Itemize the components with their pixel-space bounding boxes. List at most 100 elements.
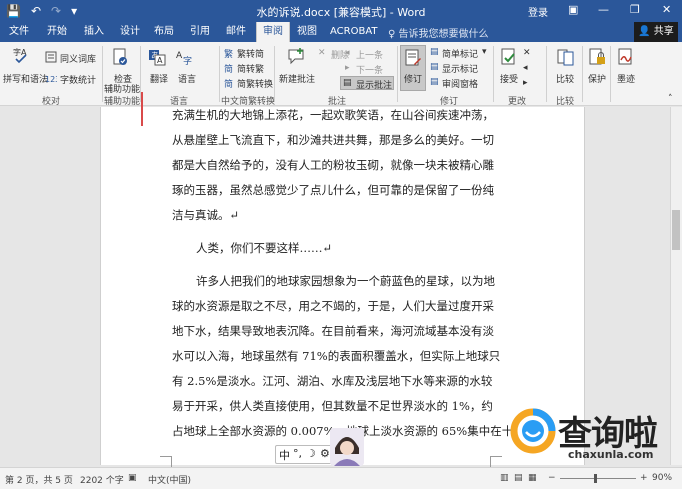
thesaurus-icon — [45, 51, 57, 63]
language-indicator[interactable]: 中文(中国) — [148, 473, 191, 486]
to-simplified-icon: 繁 — [224, 50, 234, 60]
zoom-level[interactable]: 90% — [652, 473, 672, 483]
web-layout-icon[interactable]: ▦ — [528, 473, 537, 483]
watermark-url: chaxunla.com — [568, 448, 654, 461]
group-separator — [546, 46, 547, 102]
tab-view[interactable]: 视图 — [297, 25, 317, 39]
paragraph-line: 易于开采，供人类直接使用，但其数量不足世界淡水的 1%，约 — [172, 399, 493, 413]
next-change-icon[interactable]: ▸ — [523, 78, 528, 88]
maximize-icon[interactable]: ❐ — [630, 3, 640, 16]
reject-change-icon[interactable]: ✕ — [523, 48, 531, 58]
share-button[interactable]: 👤 共享 — [634, 22, 678, 42]
group-label-tracking: 修订 — [440, 97, 459, 107]
tab-mailings[interactable]: 邮件 — [226, 25, 246, 39]
zoom-in-button[interactable]: + — [640, 473, 648, 483]
conversion-icon: 简 — [224, 80, 234, 90]
tab-layout[interactable]: 布局 — [154, 25, 174, 39]
paragraph-line: 水可以入海，地球虽然有 71%的表面积覆盖水，但实际上地球只 — [172, 349, 501, 363]
new-comment-icon — [288, 48, 304, 65]
compare-button[interactable]: 比较 — [556, 72, 574, 85]
protect-button[interactable]: 保护 — [588, 72, 606, 85]
group-label-proofing: 校对 — [42, 97, 61, 107]
to-simplified-button[interactable]: 繁转简 — [237, 47, 264, 60]
group-separator — [274, 46, 275, 102]
ink-icon — [618, 48, 632, 65]
ribbon-tabs: 文件 开始 插入 设计 布局 引用 邮件 审阅 视图 ACROBAT ♀ 告诉我… — [0, 22, 682, 42]
paragraph-line: 有 2.5%是淡水。江河、湖泊、水库及浅层地下水等来源的水较 — [172, 374, 493, 388]
scrollbar-thumb[interactable] — [672, 210, 680, 250]
to-traditional-button[interactable]: 简转繁 — [237, 62, 264, 75]
new-comment-button[interactable]: 新建批注 — [279, 72, 315, 85]
group-label-language: 语言 — [170, 97, 189, 107]
review-pane-icon: ▤ — [430, 77, 439, 87]
ribbon-display-options-icon[interactable]: ▣ — [568, 3, 578, 16]
accept-change-button[interactable]: 接受 — [500, 72, 518, 85]
group-separator — [219, 46, 220, 102]
delete-comment-icon: ✕ — [318, 48, 326, 58]
ime-language-indicator[interactable]: 中 — [279, 447, 290, 463]
tab-design[interactable]: 设计 — [120, 25, 140, 39]
title-bar: 💾 ↶ ↷ ▾ 水的诉说.docx [兼容模式] - Word 登录 ▣ — ❐… — [0, 0, 682, 22]
tab-acrobat[interactable]: ACROBAT — [330, 25, 378, 39]
show-comments-button[interactable]: 显示批注 — [356, 78, 392, 91]
read-mode-icon[interactable]: ▥ — [500, 473, 509, 483]
tab-references[interactable]: 引用 — [190, 25, 210, 39]
markup-mode-dropdown[interactable]: 简单标记 — [442, 47, 478, 60]
collapse-ribbon-icon[interactable]: ˄ — [668, 94, 673, 104]
spelling-grammar-button[interactable]: 拼写和语法 — [3, 72, 48, 85]
protect-icon — [589, 48, 605, 65]
proofing-status-icon[interactable]: ▣ — [128, 473, 137, 483]
check-accessibility-icon — [113, 48, 127, 65]
to-traditional-icon: 简 — [224, 65, 234, 75]
zoom-out-button[interactable]: − — [548, 473, 556, 483]
zoom-slider-thumb[interactable] — [594, 474, 598, 483]
translate-icon: あA — [149, 50, 166, 66]
tab-file[interactable]: 文件 — [9, 25, 29, 39]
next-comment-icon: ▸ — [345, 63, 350, 73]
change-bar — [141, 92, 143, 126]
language-icon: A字 — [176, 51, 192, 66]
ime-punctuation-icon[interactable]: °, — [293, 447, 302, 460]
word-count-button[interactable]: 字数统计 — [60, 73, 96, 86]
paragraph-line: 人类，你们不要这样……↵ — [196, 241, 333, 255]
tab-home[interactable]: 开始 — [47, 25, 67, 39]
group-label-comments: 批注 — [328, 97, 347, 107]
track-changes-button[interactable]: 修订 — [404, 72, 422, 85]
status-bar: 第 2 页，共 5 页 2202 个字 ▣ 中文(中国) ▥ ▤ ▦ − + 9… — [0, 467, 682, 489]
minimize-icon[interactable]: — — [598, 3, 609, 16]
watermark: 查询啦 chaxunla.com — [508, 404, 680, 466]
group-separator — [610, 46, 611, 102]
ime-mode-icon[interactable]: ☽ — [306, 447, 316, 460]
svg-text:A: A — [176, 51, 183, 61]
print-layout-icon[interactable]: ▤ — [514, 473, 523, 483]
previous-comment-button[interactable]: 上一条 — [356, 48, 383, 61]
previous-change-icon[interactable]: ◂ — [523, 63, 528, 73]
zoom-slider[interactable] — [560, 478, 636, 479]
ime-settings-icon[interactable]: ⚙ — [320, 447, 330, 460]
language-button[interactable]: 语言 — [178, 72, 196, 85]
review-pane-button[interactable]: 审阅窗格 — [442, 77, 478, 90]
svg-text:字: 字 — [183, 55, 192, 66]
show-markup-button[interactable]: 显示标记 — [442, 62, 478, 75]
group-label-accessibility: 辅助功能 — [104, 97, 141, 107]
track-changes-icon — [405, 49, 421, 66]
tell-me-search[interactable]: ♀ 告诉我您想要做什么 — [388, 25, 489, 40]
translate-button[interactable]: 翻译 — [150, 72, 168, 85]
word-count-indicator[interactable]: 2202 个字 — [80, 473, 124, 486]
svg-text:A: A — [157, 56, 163, 65]
login-link[interactable]: 登录 — [528, 4, 548, 19]
conversion-button[interactable]: 简繁转换 — [237, 77, 273, 90]
word-count-icon: 123 — [45, 75, 57, 84]
tab-review[interactable]: 审阅 — [256, 22, 290, 42]
tab-insert[interactable]: 插入 — [84, 25, 104, 39]
paragraph-line: 洁与真诚。↵ — [172, 208, 240, 222]
page-indicator[interactable]: 第 2 页，共 5 页 — [5, 473, 73, 486]
ime-toolbar[interactable]: 中 °, ☽ ⚙ — [275, 445, 337, 464]
paragraph-line: 球的水资源是取之不尽，用之不竭的，于是，人们大量过度开采 — [172, 299, 494, 313]
ink-button[interactable]: 墨迹 — [617, 72, 635, 85]
group-separator — [397, 46, 398, 102]
close-icon[interactable]: ✕ — [662, 3, 671, 16]
thesaurus-button[interactable]: 同义词库 — [60, 52, 96, 65]
next-comment-button[interactable]: 下一条 — [356, 63, 383, 76]
avatar-image — [330, 428, 364, 466]
